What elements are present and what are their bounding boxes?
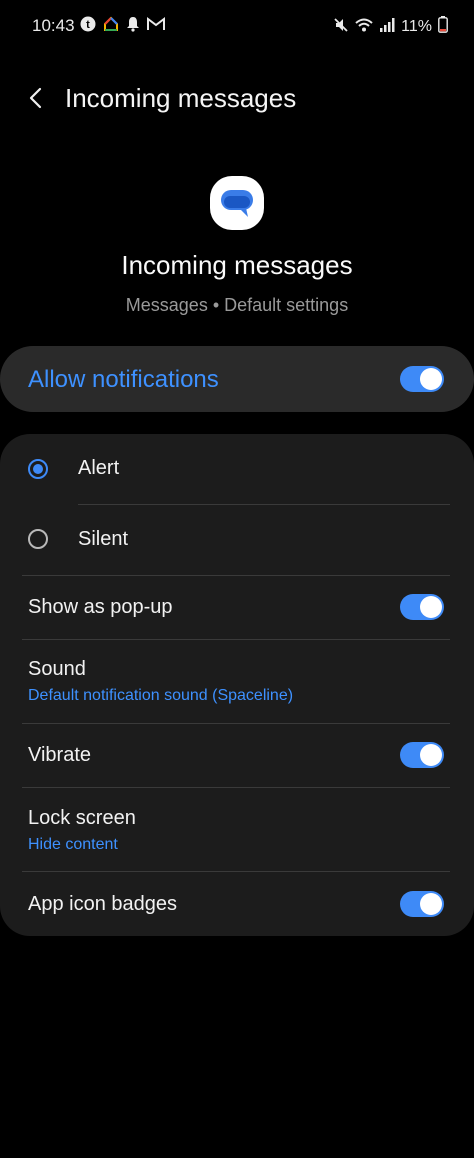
app-icon-badges-toggle[interactable] [400,891,444,917]
vibrate-label: Vibrate [28,744,92,766]
app-hero: Incoming messages Messages • Default set… [0,176,474,316]
toggle-knob [420,893,442,915]
show-as-popup-label: Show as pop-up [28,596,173,618]
alert-label: Alert [78,457,120,479]
notification-settings-card: Alert Silent Show as pop-up Sound Defaul… [0,434,474,936]
allow-notifications-label: Allow notifications [28,366,219,393]
toggle-knob [420,596,442,618]
back-arrow-icon [29,87,42,109]
status-time: 10:43 [32,16,75,35]
app-icon-badges-row[interactable]: App icon badges [0,872,474,936]
show-as-popup-row[interactable]: Show as pop-up [0,576,474,639]
battery-icon [438,16,448,38]
sound-label: Sound [28,658,86,680]
svg-text:t: t [86,19,90,31]
mute-icon [333,17,349,38]
top-app-bar: Incoming messages [0,70,474,126]
toggle-knob [420,368,442,390]
silent-label: Silent [78,528,129,550]
radio-dot [33,464,43,474]
silent-radio[interactable] [28,529,48,549]
channel-subtitle: Messages • Default settings [125,295,349,315]
lock-screen-value: Hide content [28,836,118,853]
wifi-icon [355,17,373,38]
home-icon [103,16,119,37]
signal-icon [379,17,395,38]
messages-app-icon [210,176,264,230]
status-bar: 10:43 t 11% [0,0,474,52]
battery-percent: 11% [401,18,432,35]
allow-notifications-row[interactable]: Allow notifications [0,346,474,412]
sound-row[interactable]: Sound Default notification sound (Spacel… [0,640,474,723]
app-icon-badges-label: App icon badges [28,893,178,915]
lock-screen-label: Lock screen [28,807,136,829]
allow-notifications-toggle[interactable] [400,366,444,392]
page-title: Incoming messages [65,83,297,113]
gmail-icon [147,17,165,36]
alert-radio[interactable] [28,459,48,479]
silent-option[interactable]: Silent [0,505,474,575]
vibrate-toggle[interactable] [400,742,444,768]
show-as-popup-toggle[interactable] [400,594,444,620]
t-badge-icon: t [80,16,96,37]
channel-title: Incoming messages [121,250,353,280]
vibrate-row[interactable]: Vibrate [0,724,474,787]
status-left-icons: t [80,16,165,37]
lock-screen-row[interactable]: Lock screen Hide content [0,788,474,871]
back-button[interactable] [18,80,54,116]
alert-option[interactable]: Alert [0,434,474,504]
toggle-knob [420,744,442,766]
sound-value: Default notification sound (Spaceline) [28,687,294,704]
status-right-icons: 11% [333,16,448,38]
bell-icon [126,16,140,37]
